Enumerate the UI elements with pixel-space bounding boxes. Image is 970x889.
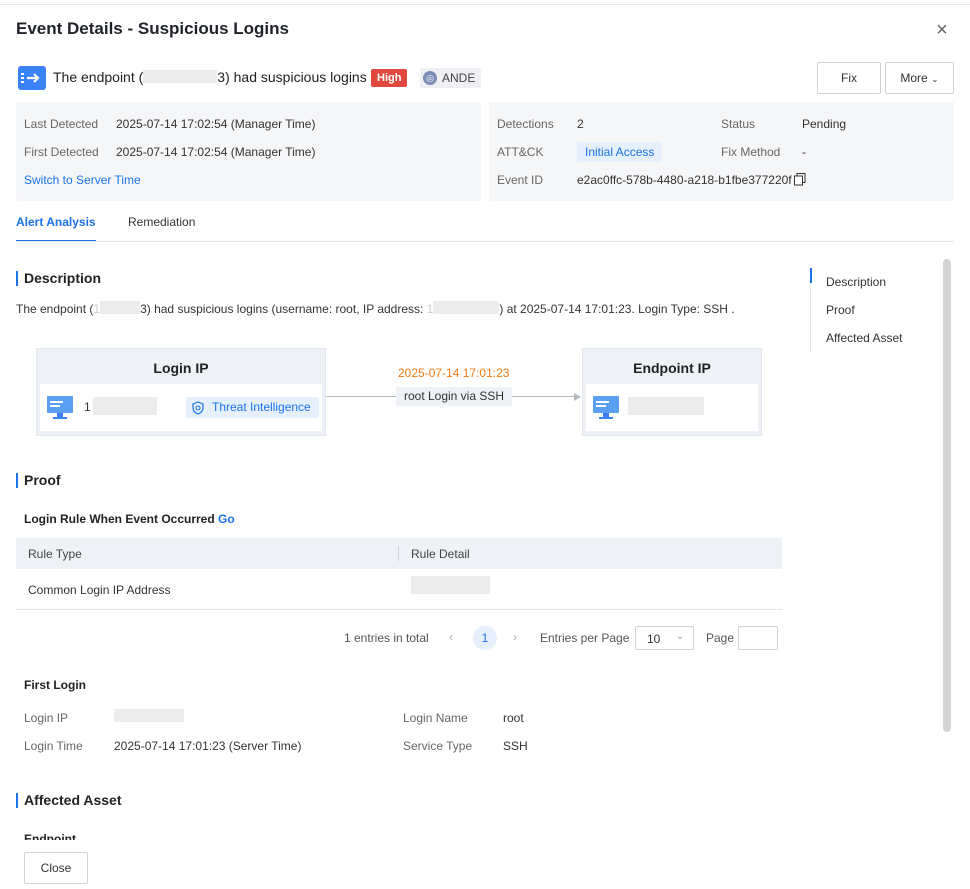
column-divider: [398, 546, 399, 561]
redacted-ip: [100, 301, 141, 314]
severity-badge: High: [371, 69, 408, 87]
close-button[interactable]: Close: [24, 852, 88, 884]
anchor-indicator: [810, 268, 812, 283]
switch-server-time-link[interactable]: Switch to Server Time: [24, 173, 141, 187]
arrow-right-icon: [18, 66, 46, 90]
close-icon[interactable]: ×: [932, 20, 952, 40]
description-text-b2: 1: [426, 302, 434, 316]
column-rule-detail: Rule Detail: [411, 547, 470, 561]
description-text: The endpoint (1 3) had suspicious logins …: [16, 301, 735, 316]
description-text-b: 3) had suspicious logins (username: root…: [140, 302, 427, 316]
endpoint-ip-title: Endpoint IP: [633, 360, 711, 376]
column-rule-type: Rule Type: [28, 547, 82, 561]
monitor-icon: [46, 395, 74, 420]
flow-action-label: root Login via SSH: [396, 387, 512, 406]
per-page-value: 10: [647, 632, 661, 646]
redacted-login-ip: [93, 397, 157, 415]
tabs-divider: [16, 241, 954, 242]
page-label: Page: [706, 631, 735, 645]
anchor-description[interactable]: Description: [826, 275, 886, 289]
login-name-label: Login Name: [403, 711, 468, 725]
affected-asset-title: Affected Asset: [16, 793, 122, 808]
attck-tag: Initial Access: [577, 142, 663, 162]
redacted-ip: [433, 301, 500, 314]
event-id-label: Event ID: [497, 173, 544, 187]
description-text-a: The endpoint (: [16, 302, 94, 316]
per-page-select[interactable]: 10 ⌄: [635, 626, 694, 650]
chevron-down-icon: ⌄: [676, 631, 685, 642]
service-type-label: Service Type: [403, 739, 473, 753]
last-detected-label: Last Detected: [24, 117, 99, 131]
event-headline: The endpoint ( 3) had suspicious logins: [53, 69, 367, 85]
more-button-label: More: [900, 71, 928, 85]
flow-arrowhead: [574, 393, 581, 401]
first-detected-value: 2025-07-14 17:02:54 (Manager Time): [116, 145, 316, 159]
engine-badge: ◎ ANDE: [420, 68, 481, 88]
rule-table-header: [16, 538, 782, 569]
detections-label: Detections: [497, 117, 554, 131]
entries-total: 1 entries in total: [344, 631, 429, 645]
anchor-affected-asset[interactable]: Affected Asset: [826, 331, 903, 345]
shield-search-icon: [191, 401, 205, 418]
description-text-c: ) at 2025-07-14 17:01:23. Login Type: SS…: [499, 302, 735, 316]
affected-asset-endpoint-heading: Endpoint: [24, 832, 76, 840]
fix-method-label: Fix Method: [721, 145, 781, 159]
headline-suffix: 3) had suspicious logins: [217, 69, 367, 85]
status-label: Status: [721, 117, 756, 131]
login-ip-label: Login IP: [24, 711, 69, 725]
event-id-value: e2ac0ffc-578b-4480-a218-b1fbe377220f: [577, 173, 792, 187]
redacted-ip: [143, 70, 218, 83]
tab-alert-analysis[interactable]: Alert Analysis: [16, 215, 96, 229]
top-divider: [0, 4, 970, 5]
description-text-a2: 1: [93, 302, 101, 316]
engine-badge-label: ANDE: [442, 71, 476, 85]
fix-method-value: -: [802, 145, 806, 159]
page-number-current[interactable]: 1: [473, 626, 497, 650]
login-ip-prefix: 1: [84, 400, 91, 414]
detections-value: 2: [577, 117, 584, 131]
more-button[interactable]: More ⌄: [885, 62, 954, 94]
redacted-rule-detail: [411, 576, 490, 594]
dialog-title: Event Details - Suspicious Logins: [16, 19, 289, 38]
go-link[interactable]: Go: [218, 512, 235, 526]
redacted-endpoint-ip: [628, 397, 704, 415]
first-detected-label: First Detected: [24, 145, 99, 159]
headline-prefix: The endpoint (: [53, 69, 144, 85]
status-value: Pending: [802, 117, 847, 131]
attck-label: ATT&CK: [497, 145, 544, 159]
description-title: Description: [16, 271, 101, 286]
page-jump-input[interactable]: [738, 626, 778, 650]
monitor-icon: [592, 395, 620, 420]
footer-bar: [0, 840, 940, 889]
login-rule-heading: Login Rule When Event Occurred Go: [24, 512, 235, 526]
copy-icon[interactable]: [794, 173, 806, 186]
login-ip-title: Login IP: [153, 360, 209, 376]
prev-page-icon[interactable]: ‹: [449, 630, 453, 644]
redacted-login-ip: [114, 709, 184, 722]
login-rule-heading-text: Login Rule When Event Occurred: [24, 512, 215, 526]
login-name-value: root: [503, 711, 524, 725]
login-time-label: Login Time: [24, 739, 83, 753]
rule-type-cell: Common Login IP Address: [28, 583, 171, 597]
chevron-down-icon: ⌄: [931, 74, 939, 84]
scrollbar-thumb[interactable]: [943, 259, 951, 732]
flow-timestamp: 2025-07-14 17:01:23: [398, 366, 510, 380]
fix-button[interactable]: Fix: [817, 62, 881, 94]
threat-intelligence-label: Threat Intelligence: [212, 400, 311, 414]
threat-intelligence-button[interactable]: Threat Intelligence: [186, 397, 319, 418]
entries-per-page-label: Entries per Page: [540, 631, 630, 645]
first-login-heading: First Login: [24, 678, 86, 692]
login-time-value: 2025-07-14 17:01:23 (Server Time): [114, 739, 302, 753]
service-type-value: SSH: [503, 739, 528, 753]
proof-title: Proof: [16, 473, 61, 488]
tab-remediation[interactable]: Remediation: [128, 215, 195, 229]
anchor-proof[interactable]: Proof: [826, 303, 855, 317]
last-detected-value: 2025-07-14 17:02:54 (Manager Time): [116, 117, 316, 131]
engine-icon: ◎: [423, 71, 437, 85]
next-page-icon[interactable]: ›: [513, 630, 517, 644]
